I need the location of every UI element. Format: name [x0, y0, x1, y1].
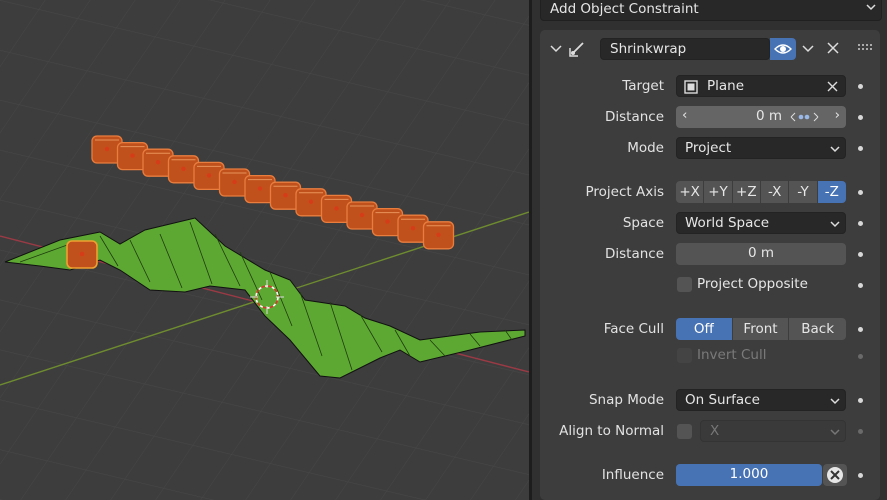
- snap-mode-value: On Surface: [685, 392, 760, 408]
- drag-arrows-icon: [790, 112, 819, 122]
- cull-button-off[interactable]: Off: [676, 318, 732, 340]
- align-normal-axis: X: [710, 423, 720, 439]
- animate-dot-influence[interactable]: [858, 473, 863, 478]
- constraint-name: Shrinkwrap: [610, 41, 687, 57]
- mode-dropdown[interactable]: Project: [676, 137, 846, 159]
- cube[interactable]: [422, 221, 455, 250]
- align-normal-checkbox[interactable]: [677, 424, 692, 439]
- influence-slider[interactable]: 1.000: [676, 464, 822, 486]
- animate-dot-target[interactable]: [858, 84, 863, 89]
- axis-button-minus-z[interactable]: -Z: [817, 181, 846, 203]
- collapse-chevron-icon[interactable]: [549, 43, 563, 55]
- axis-button-plusminus-z[interactable]: +Z: [732, 181, 760, 203]
- increment-arrow-icon[interactable]: ›: [835, 107, 840, 123]
- mode-value: Project: [685, 140, 732, 156]
- add-constraint-button[interactable]: Add Object Constraint: [540, 0, 882, 21]
- animate-dot-space[interactable]: [858, 221, 863, 226]
- animate-dot-project-axis[interactable]: [858, 190, 863, 195]
- close-icon[interactable]: [827, 42, 839, 54]
- invert-cull-checkbox[interactable]: [677, 348, 692, 363]
- target-value: Plane: [707, 78, 745, 94]
- face-cull-label: Face Cull: [603, 321, 664, 337]
- viewport-scene: [0, 0, 529, 500]
- axis-button-minus-y[interactable]: -Y: [789, 181, 817, 203]
- add-constraint-label: Add Object Constraint: [550, 1, 699, 17]
- drag-handle-icon[interactable]: [858, 44, 872, 52]
- target-label: Target: [622, 78, 664, 94]
- axis-button-minus-x[interactable]: -X: [761, 181, 789, 203]
- distance-field[interactable]: ‹ 0 m ›: [676, 106, 846, 128]
- constraint-icon: [569, 42, 584, 57]
- axis-button-plusminus-y[interactable]: +Y: [704, 181, 732, 203]
- space-dropdown[interactable]: World Space: [676, 212, 846, 234]
- chevron-down-icon: [866, 4, 876, 11]
- animate-dot-project-opposite[interactable]: [858, 283, 863, 288]
- 3d-viewport[interactable]: [0, 0, 529, 500]
- snap-mode-label: Snap Mode: [588, 392, 664, 408]
- animate-dot-align-normal[interactable]: [858, 429, 863, 434]
- distance2-field[interactable]: 0 m: [676, 243, 846, 265]
- project-axis-buttons: +X +Y +Z -X -Y -Z: [676, 181, 846, 203]
- active-cube[interactable]: [66, 240, 98, 269]
- animate-dot-distance2[interactable]: [858, 252, 863, 257]
- distance2-label: Distance: [604, 246, 664, 262]
- animate-dot-distance[interactable]: [858, 115, 863, 120]
- project-opposite-label: Project Opposite: [697, 276, 808, 292]
- snap-mode-dropdown[interactable]: On Surface: [676, 389, 846, 411]
- invert-cull-label: Invert Cull: [697, 347, 767, 363]
- space-label: Space: [622, 215, 664, 231]
- influence-value: 1.000: [729, 466, 769, 482]
- target-field[interactable]: Plane: [676, 75, 846, 97]
- animate-dot-invert-cull[interactable]: [858, 354, 863, 359]
- animate-dot-mode[interactable]: [858, 146, 863, 151]
- mode-label: Mode: [627, 140, 664, 156]
- constraint-card: Shrinkwrap Target Plane Distance ‹ 0 m ›…: [540, 30, 880, 500]
- project-axis-label: Project Axis: [585, 184, 665, 200]
- chevron-down-icon: [830, 221, 840, 228]
- distance-value: 0 m: [755, 108, 782, 124]
- cull-button-back[interactable]: Back: [789, 318, 846, 340]
- distance2-value: 0 m: [747, 245, 775, 261]
- chevron-down-icon: [830, 429, 840, 436]
- eye-icon[interactable]: [770, 38, 796, 60]
- chevron-down-icon: [830, 398, 840, 405]
- object-icon: [684, 80, 698, 94]
- space-value: World Space: [685, 215, 770, 231]
- align-normal-label: Align to Normal: [559, 423, 664, 439]
- chevron-down-icon[interactable]: [801, 43, 815, 55]
- influence-label: Influence: [601, 467, 664, 483]
- project-opposite-checkbox[interactable]: [677, 277, 692, 292]
- align-normal-axis-dropdown[interactable]: X: [700, 420, 846, 442]
- cull-button-front[interactable]: Front: [732, 318, 789, 340]
- face-cull-buttons: Off Front Back: [676, 318, 846, 340]
- animate-dot-snap-mode[interactable]: [858, 398, 863, 403]
- clear-target-icon[interactable]: [827, 81, 838, 92]
- distance-label: Distance: [604, 109, 664, 125]
- disable-keep-temp-icon[interactable]: [823, 464, 847, 486]
- chevron-down-icon: [830, 146, 840, 153]
- constraint-name-field[interactable]: Shrinkwrap: [600, 38, 770, 60]
- animate-dot-face-cull[interactable]: [858, 327, 863, 332]
- axis-button-plusminus-x[interactable]: +X: [676, 181, 704, 203]
